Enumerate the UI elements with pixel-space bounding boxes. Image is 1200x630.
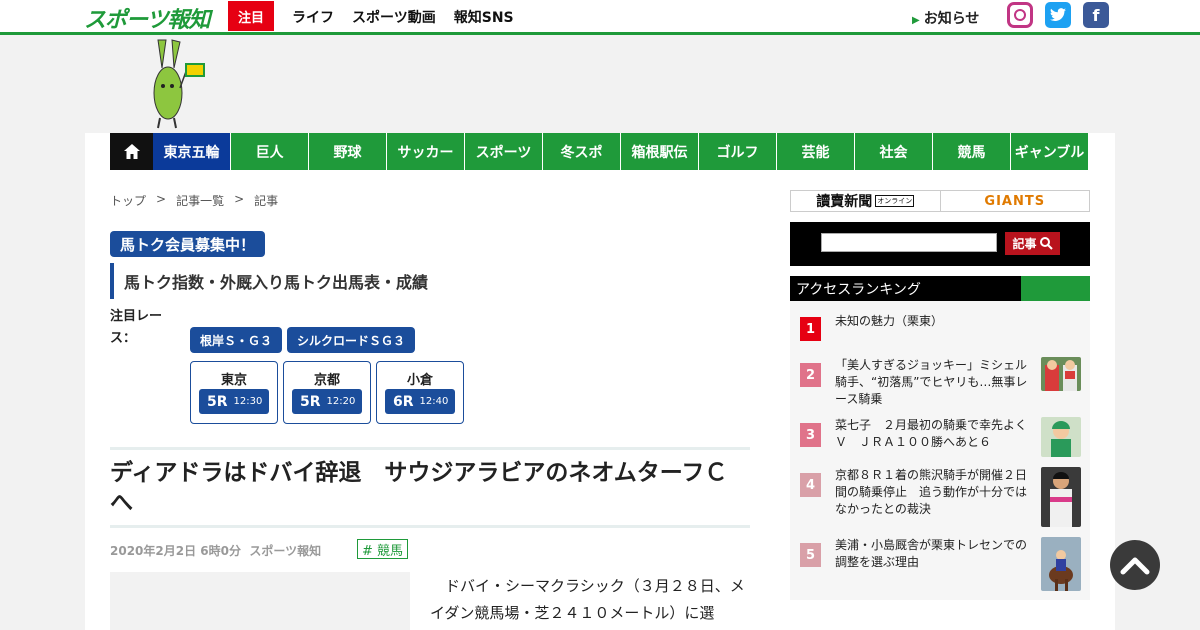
breadcrumb-separator: > [156,192,167,206]
ranking-header: アクセスランキング [790,276,1090,301]
article-tag[interactable]: # 競馬 [357,539,409,559]
notice-label: お知らせ [923,11,980,27]
category-baseball[interactable]: 野球 [308,133,386,170]
category-society[interactable]: 社会 [854,133,932,170]
yomiuri-sub-label: オンライン [875,195,915,207]
top-nav: ライフ スポーツ動画 報知SNS [292,7,514,27]
search-bar: 記事 [790,222,1090,266]
thumbnail-jockey [1041,467,1081,527]
category-golf[interactable]: ゴルフ [698,133,776,170]
search-button-label: 記事 [1012,237,1037,251]
race-number: 5R [207,393,228,410]
site-logo[interactable]: スポーツ報知 [84,2,211,34]
venue-kokura: 小倉 6R 12:40 [376,361,464,424]
ranking-item[interactable]: 3 菜七子 ２月最初の騎乗で幸先よくＶ ＪＲＡ１００勝へあと６ [790,417,1090,459]
back-to-top-button[interactable] [1110,540,1160,590]
partner-banner: 讀賣新聞 オンライン GIANTS [790,190,1090,212]
venue-race-button[interactable]: 6R 12:40 [385,389,455,414]
rank-title: 「美人すぎるジョッキー」ミシェル騎手、“初落馬”でヒヤリも…無事レース騎乗 [835,358,1028,406]
category-hakone-ekiden[interactable]: 箱根駅伝 [620,133,698,170]
article-body: ドバイ・シーマクラシック（３月２８日、メイダン競馬場・芝２４１０メートル）に選 [430,577,745,622]
yomiuri-online-link[interactable]: 讀賣新聞 オンライン [791,191,941,211]
article-title: ディアドラはドバイ辞退 サウジアラビアのネオムターフＣへ [110,460,728,516]
race-time: 12:20 [326,396,356,407]
category-nav: 東京五輪 巨人 野球 サッカー スポーツ 冬スポ 箱根駅伝 ゴルフ 芸能 社会 … [110,133,1088,170]
category-soccer[interactable]: サッカー [386,133,464,170]
category-winter-sports[interactable]: 冬スポ [542,133,620,170]
top-bar: スポーツ報知 注目 ライフ スポーツ動画 報知SNS ▶ お知らせ f [0,0,1200,35]
yomiuri-label: 讀賣新聞 [816,194,873,210]
venue-race-button[interactable]: 5R 12:30 [199,389,269,414]
rank-number: 4 [800,473,821,497]
article-source: スポーツ報知 [249,544,322,558]
mascot-character [153,39,205,129]
article-date: 2020年2月2日 6時0分 [110,544,241,558]
thumbnail-jockey [1041,417,1081,457]
rank-number: 5 [800,543,821,567]
search-input[interactable] [821,233,997,252]
triangle-right-icon: ▶ [912,15,920,26]
top-nav-video[interactable]: スポーツ動画 [352,7,436,27]
rank-title: 未知の魅力（栗東） [835,314,944,328]
race-time: 12:40 [419,396,449,407]
umatoku-badge[interactable]: 馬トク会員募集中！ [110,231,266,257]
giants-link[interactable]: GIANTS [941,191,1090,211]
category-gamble[interactable]: ギャンブル [1010,133,1088,170]
category-horse-racing[interactable]: 競馬 [932,133,1010,170]
venue-race-button[interactable]: 5R 12:20 [292,389,362,414]
breadcrumb-separator: > [234,192,245,206]
ranking-list: 1 未知の魅力（栗東） 2 「美人すぎるジョッキー」ミシェル騎手、“初落馬”でヒ… [790,301,1090,600]
ranking-title: アクセスランキング [796,281,921,298]
breadcrumb: トップ > 記事一覧 > 記事 [110,192,278,209]
article-meta: 2020年2月2日 6時0分 スポーツ報知 [110,542,321,559]
breadcrumb-article: 記事 [254,194,279,208]
thumbnail-jockeys [1041,357,1081,391]
notice-link[interactable]: ▶ お知らせ [912,8,979,28]
article-title-box: ディアドラはドバイ辞退 サウジアラビアのネオムターフＣへ [110,447,750,528]
breadcrumb-list[interactable]: 記事一覧 [176,192,224,209]
top-nav-life[interactable]: ライフ [292,7,334,27]
search-icon [1039,237,1053,250]
article-photo [110,572,410,630]
race-tag-silkroad[interactable]: シルクロードＳＧ３ [287,327,415,353]
umatoku-headline[interactable]: 馬トク指数・外厩入り馬トク出馬表・成績 [110,263,428,299]
ranking-item[interactable]: 5 美浦・小島厩舎が栗東トレセンでの調整を選ぶ理由 [790,537,1090,591]
category-giants[interactable]: 巨人 [230,133,308,170]
top-nav-sns[interactable]: 報知SNS [454,7,514,27]
featured-race-label: 注目レース： [110,309,163,346]
breadcrumb-top[interactable]: トップ [110,192,146,209]
rank-title: 菜七子 ２月最初の騎乗で幸先よくＶ ＪＲＡ１００勝へあと６ [835,418,1028,449]
twitter-icon[interactable] [1045,2,1071,28]
race-number: 6R [393,393,414,410]
rank-title: 京都８Ｒ１着の熊沢騎手が開催２日間の騎乗停止 追う動作が十分ではなかったとの裁決 [835,468,1028,516]
rank-title: 美浦・小島厩舎が栗東トレセンでの調整を選ぶ理由 [835,538,1028,569]
rank-number: 2 [800,363,821,387]
venue-name: 小倉 [406,373,433,388]
venue-name: 京都 [313,373,340,388]
facebook-icon[interactable]: f [1083,2,1109,28]
race-number: 5R [300,393,321,410]
venue-name: 東京 [220,373,247,388]
category-tokyo2020[interactable]: 東京五輪 [153,133,230,170]
instagram-icon[interactable] [1007,2,1033,28]
chevron-up-icon [1120,557,1150,575]
home-icon[interactable] [110,133,153,170]
ranking-item[interactable]: 2 「美人すぎるジョッキー」ミシェル騎手、“初落馬”でヒヤリも…無事レース騎乗 [790,357,1090,409]
ranking-item[interactable]: 4 京都８Ｒ１着の熊沢騎手が開催２日間の騎乗停止 追う動作が十分ではなかったとの… [790,467,1090,527]
venue-kyoto: 京都 5R 12:20 [283,361,371,424]
venue-tokyo: 東京 5R 12:30 [190,361,278,424]
race-tag-negishi[interactable]: 根岸Ｓ・Ｇ３ [190,327,282,353]
category-entertainment[interactable]: 芸能 [776,133,854,170]
category-sports[interactable]: スポーツ [464,133,542,170]
ranking-accent-bar [1021,276,1090,301]
search-button[interactable]: 記事 [1005,232,1060,255]
thumbnail-horse-training [1041,537,1081,591]
rank-number: 3 [800,423,821,447]
rank-number: 1 [800,317,821,341]
focus-button[interactable]: 注目 [228,1,274,31]
ranking-item[interactable]: 1 未知の魅力（栗東） [790,313,1090,353]
race-time: 12:30 [233,396,263,407]
